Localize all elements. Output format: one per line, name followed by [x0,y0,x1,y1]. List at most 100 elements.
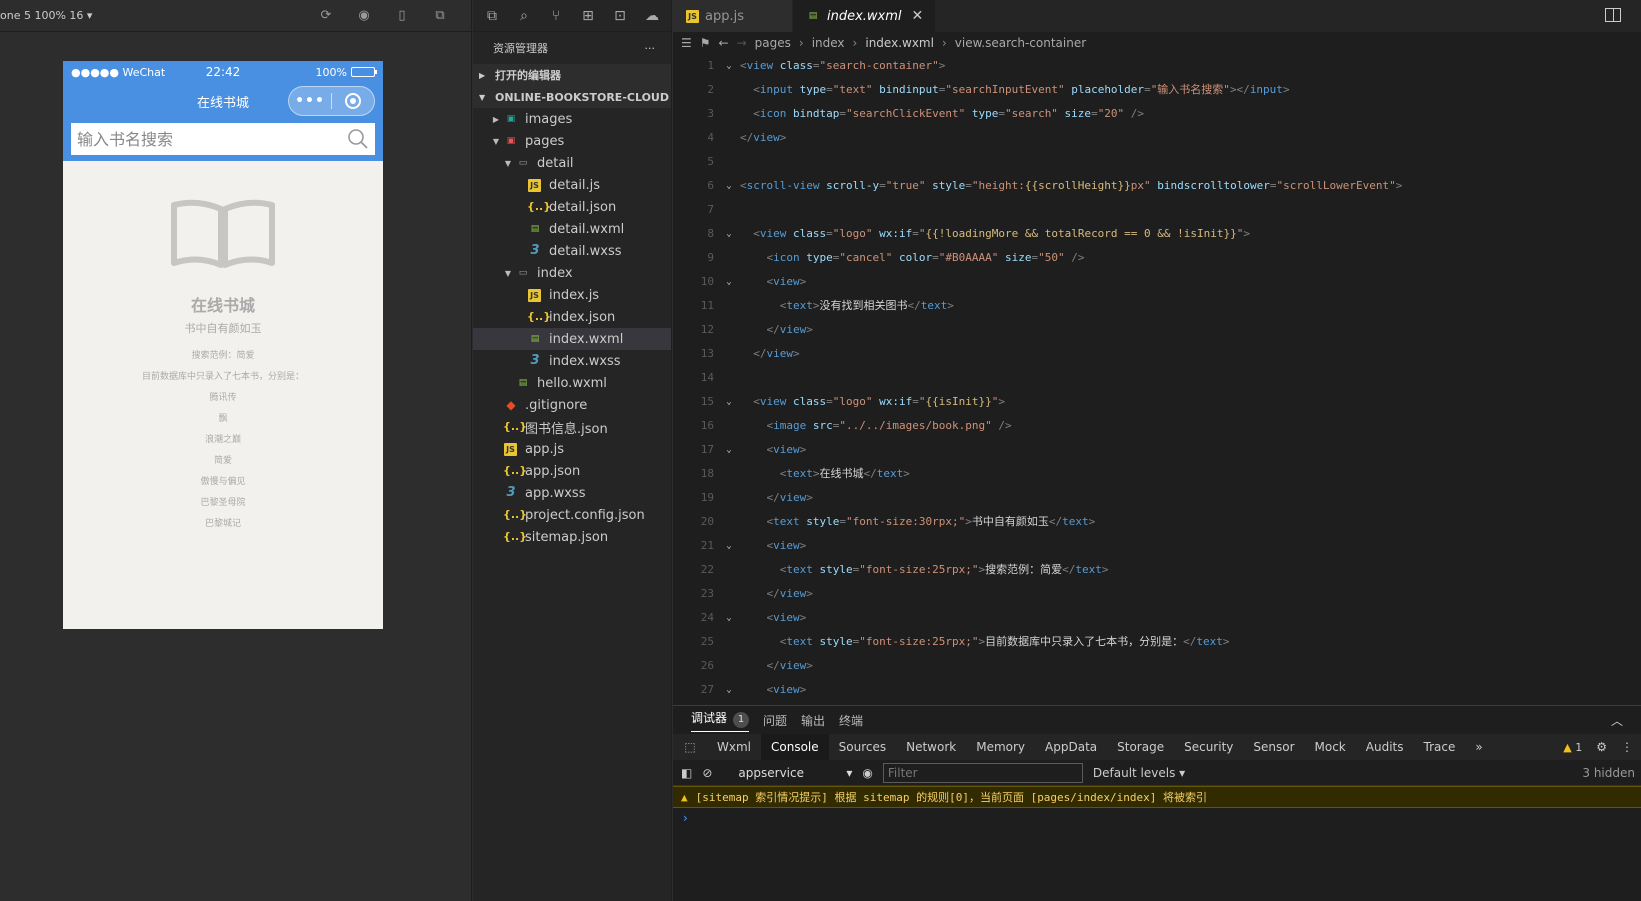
file-index-wxml[interactable]: ▤ index.wxml [473,328,671,350]
tab-terminal[interactable]: 终端 [839,712,863,729]
warning-badge[interactable]: ▲ 1 [1563,741,1582,754]
tab-memory[interactable]: Memory [966,734,1035,760]
code-line[interactable]: 26 </view> [673,654,1641,678]
fold-icon[interactable] [718,414,740,438]
tab-problems[interactable]: 问题 [763,712,787,729]
file-gitignore[interactable]: ◆ .gitignore [473,394,671,416]
file-index-wxss[interactable]: 3 index.wxss [473,350,671,372]
fold-icon[interactable] [718,318,740,342]
code-line[interactable]: 25 <text style="font-size:25rpx;">目前数据库中… [673,630,1641,654]
tab-storage[interactable]: Storage [1107,734,1174,760]
code-line[interactable]: 19 </view> [673,486,1641,510]
tab-debugger[interactable]: 调试器 1 [691,709,750,732]
file-app-wxss[interactable]: 3 app.wxss [473,482,671,504]
search-icon[interactable] [347,128,369,150]
close-miniprogram-button[interactable] [332,93,374,109]
fold-icon[interactable] [718,102,740,126]
console-prompt[interactable]: › [673,808,1641,828]
file-project-config[interactable]: {..} project.config.json [473,504,671,526]
tab-console[interactable]: Console [761,734,829,760]
file-detail-js[interactable]: JS detail.js [473,174,671,196]
fold-icon[interactable] [718,342,740,366]
code-line[interactable]: 2 <input type="text" bindinput="searchIn… [673,78,1641,102]
fold-icon[interactable] [718,294,740,318]
split-editor-icon[interactable] [1605,8,1621,22]
debug-icon[interactable]: ⊡ [611,7,629,25]
kebab-menu-icon[interactable]: ⋮ [1621,740,1633,754]
console-filter-input[interactable] [882,762,1083,783]
fold-icon[interactable] [718,582,740,606]
fold-icon[interactable]: ⌄ [718,270,740,294]
fold-icon[interactable] [718,486,740,510]
folder-index[interactable]: ▼ ▭ index [473,262,671,284]
fold-icon[interactable]: ⌄ [718,534,740,558]
file-index-js[interactable]: JS index.js [473,284,671,306]
code-line[interactable]: 24 ⌄ <view> [673,606,1641,630]
breadcrumb-item[interactable]: view.search-container [955,36,1086,50]
inspect-icon[interactable]: ⬚ [673,740,707,754]
record-icon[interactable]: ◉ [356,8,372,24]
fold-icon[interactable] [718,654,740,678]
tab-mock[interactable]: Mock [1305,734,1356,760]
code-line[interactable]: 23 </view> [673,582,1641,606]
breadcrumb-item[interactable]: index [812,36,845,50]
fold-icon[interactable] [718,198,740,222]
tab-security[interactable]: Security [1174,734,1243,760]
device-selector[interactable]: one 5 100% 16 ▾ [0,9,92,22]
refresh-icon[interactable]: ⟳ [318,8,334,24]
code-line[interactable]: 13 </view> [673,342,1641,366]
file-app-js[interactable]: JS app.js [473,438,671,460]
fold-icon[interactable]: ⌄ [718,390,740,414]
fold-icon[interactable]: ⌄ [718,606,740,630]
code-line[interactable]: 22 <text style="font-size:25rpx;">搜索范例：简… [673,558,1641,582]
forward-icon[interactable]: → [737,36,747,50]
fold-icon[interactable] [718,150,740,174]
chevron-up-icon[interactable]: ︿ [1611,712,1623,729]
code-line[interactable]: 11 <text>没有找到相关图书</text> [673,294,1641,318]
code-line[interactable]: 4 </view> [673,126,1641,150]
list-icon[interactable]: ☰ [681,36,692,50]
tab-index-wxml[interactable]: ▤ index.wxml ✕ [793,0,937,32]
code-line[interactable]: 1 ⌄ <view class="search-container"> [673,54,1641,78]
code-line[interactable]: 9 <icon type="cancel" color="#B0AAAA" si… [673,246,1641,270]
code-line[interactable]: 18 <text>在线书城</text> [673,462,1641,486]
code-line[interactable]: 7 [673,198,1641,222]
more-menu-button[interactable]: ••• [289,93,331,109]
explorer-more-button[interactable]: ··· [645,42,656,55]
code-line[interactable]: 5 [673,150,1641,174]
file-books-json[interactable]: {..} 图书信息.json [473,416,671,438]
fold-icon[interactable]: ⌄ [718,438,740,462]
breadcrumb-item[interactable]: pages [755,36,791,50]
file-detail-json[interactable]: {..} detail.json [473,196,671,218]
code-line[interactable]: 6 ⌄ <scroll-view scroll-y="true" style="he… [673,174,1641,198]
code-line[interactable]: 12 </view> [673,318,1641,342]
tab-audits[interactable]: Audits [1356,734,1414,760]
fold-icon[interactable] [718,366,740,390]
file-detail-wxml[interactable]: ▤ detail.wxml [473,218,671,240]
cloud-icon[interactable]: ☁ [643,7,661,25]
file-sitemap[interactable]: {..} sitemap.json [473,526,671,548]
tab-wxml[interactable]: Wxml [707,734,761,760]
tab-network[interactable]: Network [896,734,966,760]
tab-output[interactable]: 输出 [801,712,825,729]
context-selector[interactable]: appservice ▾ [722,766,852,780]
fold-icon[interactable]: ⌄ [718,222,740,246]
extensions-icon[interactable]: ⊞ [579,7,597,25]
project-section[interactable]: ▼ ONLINE-BOOKSTORE-CLOUD [473,86,671,108]
code-line[interactable]: 14 [673,366,1641,390]
file-app-json[interactable]: {..} app.json [473,460,671,482]
log-levels-dropdown[interactable]: Default levels ▾ [1093,766,1185,780]
fold-icon[interactable] [718,462,740,486]
folder-images[interactable]: ▶ ▣ images [473,108,671,130]
settings-icon[interactable]: ⚙ [1596,740,1607,754]
files-icon[interactable]: ⧉ [483,7,501,25]
fold-icon[interactable]: ⌄ [718,678,740,702]
more-tabs-icon[interactable]: » [1465,734,1492,760]
clear-console-icon[interactable]: ⊘ [702,766,712,780]
fold-icon[interactable] [718,126,740,150]
folder-pages[interactable]: ▼ ▣ pages [473,130,671,152]
fold-icon[interactable]: ⌄ [718,54,740,78]
file-hello-wxml[interactable]: ▤ hello.wxml [473,372,671,394]
fold-icon[interactable]: ⌄ [718,174,740,198]
phone-icon[interactable]: ▯ [394,8,410,24]
